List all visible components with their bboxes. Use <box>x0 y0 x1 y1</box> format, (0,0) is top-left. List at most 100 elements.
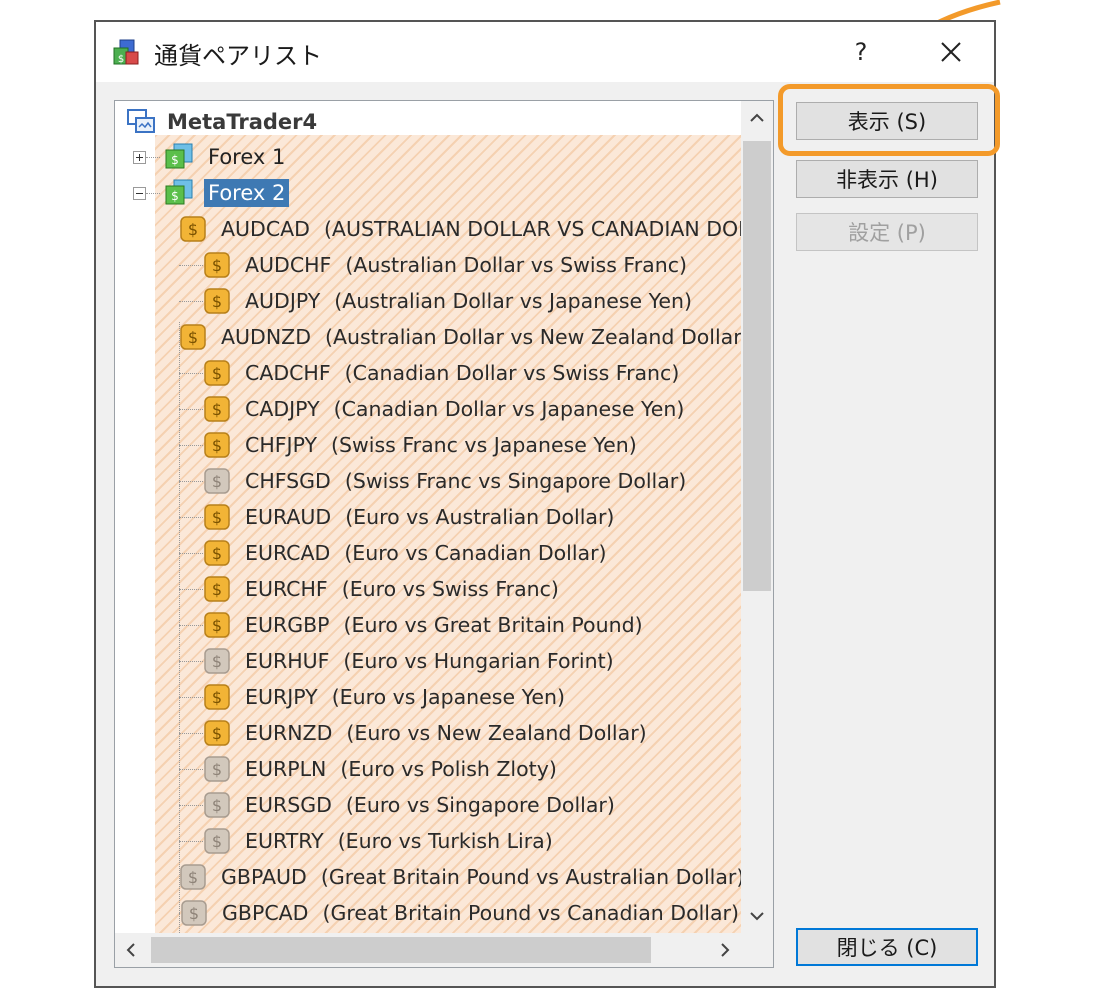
symbol-description: (Great Britain Pound vs Canadian Dollar) <box>322 901 739 925</box>
svg-text:$: $ <box>212 508 222 527</box>
symbol-code: EURAUD <box>245 505 332 529</box>
symbol-row[interactable]: $ EURNZD (Euro vs New Zealand Dollar) <box>179 715 739 751</box>
symbol-code: EURCHF <box>245 577 328 601</box>
svg-text:$: $ <box>212 616 222 635</box>
expand-icon[interactable] <box>133 150 146 164</box>
close-button[interactable]: 閉じる (C) <box>796 928 978 966</box>
symbol-description: (AUSTRALIAN DOLLAR VS CANADIAN DOLLAR) <box>323 217 774 241</box>
symbol-row[interactable]: $ AUDJPY (Australian Dollar vs Japanese Ye… <box>179 283 739 319</box>
folder-symbols-icon: $ <box>165 179 193 205</box>
symbol-description: (Great Britain Pound vs Australian Dolla… <box>320 865 745 889</box>
symbol-description: (Euro vs Great Britain Pound) <box>343 613 643 637</box>
symbol-code: EURPLN <box>245 757 327 781</box>
symbol-row[interactable]: $ CADJPY (Canadian Dollar vs Japanese Yen) <box>179 391 739 427</box>
settings-button[interactable]: 設定 (P) <box>796 213 978 251</box>
terminal-icon <box>127 109 155 133</box>
coin-icon: $ <box>180 324 206 350</box>
svg-text:$: $ <box>212 580 222 599</box>
svg-text:$: $ <box>212 364 222 383</box>
svg-text:$: $ <box>212 796 222 815</box>
horizontal-scroll-thumb[interactable] <box>151 937 651 963</box>
symbol-description: (Euro vs Turkish Lira) <box>337 829 553 853</box>
svg-text:$: $ <box>212 544 222 563</box>
tree-root[interactable]: MetaTrader4 <box>127 105 317 139</box>
symbol-row[interactable]: $ AUDCHF (Australian Dollar vs Swiss Franc… <box>179 247 739 283</box>
symbol-code: EURJPY <box>245 685 318 709</box>
tree-group-forex-1[interactable]: $ Forex 1 <box>133 139 289 175</box>
svg-text:$: $ <box>212 256 222 275</box>
coin-icon: $ <box>204 252 230 278</box>
hide-button[interactable]: 非表示 (H) <box>796 160 978 198</box>
symbol-description: (Euro vs Hungarian Forint) <box>343 649 614 673</box>
symbol-description: (Australian Dollar vs Japanese Yen) <box>334 289 693 313</box>
symbol-description: (Euro vs New Zealand Dollar) <box>346 721 647 745</box>
svg-text:$: $ <box>171 153 179 167</box>
symbol-row[interactable]: $ EURTRY (Euro vs Turkish Lira) <box>179 823 739 859</box>
svg-text:$: $ <box>188 868 198 887</box>
symbol-tree[interactable]: MetaTrader4 $ Forex 1 $ Forex 2 $ AUDCAD (… <box>114 100 774 968</box>
coin-disabled-icon: $ <box>204 828 230 854</box>
symbol-row[interactable]: $ EURHUF (Euro vs Hungarian Forint) <box>179 643 739 679</box>
coin-icon: $ <box>204 504 230 530</box>
symbol-row[interactable]: $ CADCHF (Canadian Dollar vs Swiss Franc) <box>179 355 739 391</box>
symbol-row[interactable]: $ AUDCAD (AUSTRALIAN DOLLAR VS CANADIAN DO… <box>179 211 773 247</box>
coin-disabled-icon: $ <box>204 648 230 674</box>
chevron-left-icon <box>126 943 135 957</box>
symbol-description: (Euro vs Polish Zloty) <box>340 757 557 781</box>
symbol-row[interactable]: $ EURCHF (Euro vs Swiss Franc) <box>179 571 739 607</box>
symbol-row[interactable]: $ EURAUD (Euro vs Australian Dollar) <box>179 499 739 535</box>
symbol-code: GBPAUD <box>221 865 307 889</box>
symbol-code: CADJPY <box>245 397 320 421</box>
symbol-code: EURGBP <box>245 613 330 637</box>
symbol-description: (Australian Dollar vs New Zealand Dollar… <box>324 325 750 349</box>
scroll-up-button[interactable] <box>741 101 773 135</box>
svg-text:$: $ <box>188 220 198 239</box>
symbol-row[interactable]: $ AUDNZD (Australian Dollar vs New Zealand… <box>179 319 750 355</box>
coin-icon: $ <box>204 684 230 710</box>
symbol-row[interactable]: $ GBPAUD (Great Britain Pound vs Australia… <box>179 859 744 895</box>
currency-pair-list-dialog: $ 通貨ペアリスト ? MetaTrader4 $ Forex 1 $ Fore… <box>94 20 996 988</box>
symbol-row[interactable]: $ EURGBP (Euro vs Great Britain Pound) <box>179 607 739 643</box>
symbol-description: (Euro vs Australian Dollar) <box>345 505 615 529</box>
symbol-code: EURTRY <box>245 829 324 853</box>
symbol-description: (Euro vs Japanese Yen) <box>331 685 565 709</box>
svg-text:$: $ <box>212 688 222 707</box>
vertical-scrollbar[interactable] <box>741 101 773 933</box>
close-icon <box>941 42 961 62</box>
symbol-description: (Swiss Franc vs Singapore Dollar) <box>344 469 687 493</box>
show-button-highlight <box>778 84 1000 156</box>
scroll-down-button[interactable] <box>741 899 773 933</box>
symbol-row[interactable]: $ EURJPY (Euro vs Japanese Yen) <box>179 679 739 715</box>
coin-icon: $ <box>204 576 230 602</box>
scroll-left-button[interactable] <box>115 933 147 967</box>
symbol-code: AUDJPY <box>245 289 321 313</box>
svg-text:$: $ <box>212 832 222 851</box>
symbol-row[interactable]: $ CHFSGD (Swiss Franc vs Singapore Dollar) <box>179 463 739 499</box>
tree-group-forex-2[interactable]: $ Forex 2 <box>133 175 290 211</box>
symbol-row[interactable]: $ EURPLN (Euro vs Polish Zloty) <box>179 751 739 787</box>
coin-icon: $ <box>204 540 230 566</box>
svg-text:$: $ <box>212 760 222 779</box>
svg-text:$: $ <box>212 724 222 743</box>
symbol-code: CADCHF <box>245 361 331 385</box>
title-bar: $ 通貨ペアリスト ? <box>96 22 994 82</box>
vertical-scroll-thumb[interactable] <box>743 141 771 591</box>
symbol-code: EURCAD <box>245 541 331 565</box>
window-close-button[interactable] <box>922 30 980 74</box>
coin-disabled-icon: $ <box>204 792 230 818</box>
symbol-row[interactable]: $ CHFJPY (Swiss Franc vs Japanese Yen) <box>179 427 739 463</box>
coin-icon: $ <box>204 720 230 746</box>
svg-text:$: $ <box>212 472 222 491</box>
svg-text:$: $ <box>212 292 222 311</box>
coin-icon: $ <box>204 288 230 314</box>
scroll-right-button[interactable] <box>709 933 741 967</box>
coin-disabled-icon: $ <box>180 864 206 890</box>
symbol-row[interactable]: $ EURCAD (Euro vs Canadian Dollar) <box>179 535 739 571</box>
collapse-icon[interactable] <box>133 186 146 200</box>
symbol-row[interactable]: $ GBPCAD (Great Britain Pound vs Canadian … <box>179 895 739 931</box>
symbol-row[interactable]: $ EURSGD (Euro vs Singapore Dollar) <box>179 787 739 823</box>
tree-root-label: MetaTrader4 <box>167 110 318 134</box>
horizontal-scrollbar[interactable] <box>115 933 741 967</box>
symbol-description: (Euro vs Canadian Dollar) <box>344 541 607 565</box>
help-button[interactable]: ? <box>836 30 886 74</box>
